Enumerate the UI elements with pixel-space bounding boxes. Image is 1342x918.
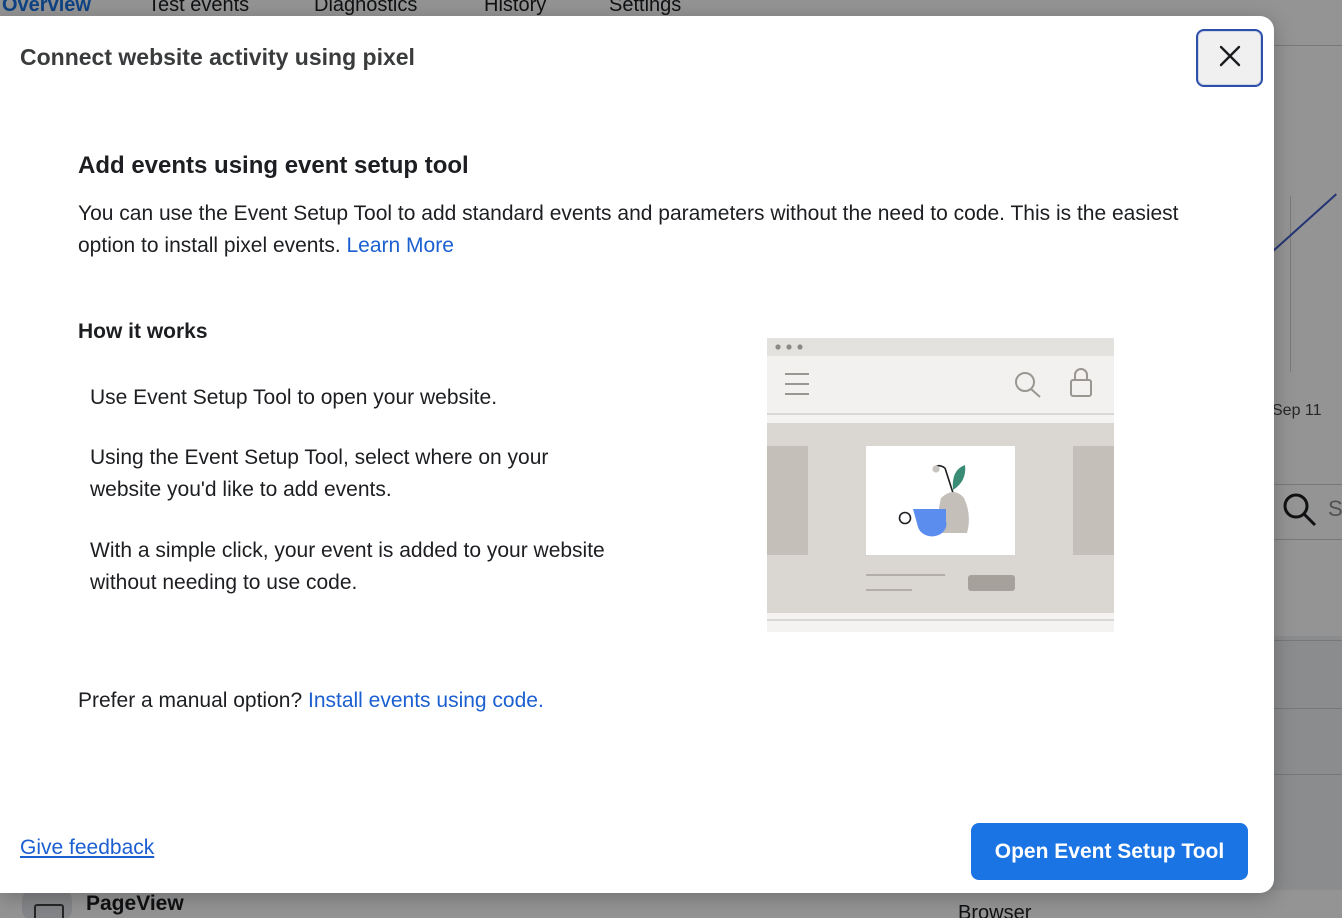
close-button[interactable]: [1196, 29, 1263, 87]
section-heading: Add events using event setup tool: [78, 152, 469, 179]
intro-paragraph: You can use the Event Setup Tool to add …: [78, 198, 1188, 262]
manual-option-line: Prefer a manual option? Install events u…: [78, 689, 544, 713]
give-feedback-link[interactable]: Give feedback: [20, 836, 154, 860]
learn-more-link[interactable]: Learn More: [347, 234, 454, 257]
close-icon: [1217, 43, 1243, 74]
website-illustration: [767, 338, 1114, 632]
step-item: Use Event Setup Tool to open your websit…: [90, 386, 498, 409]
manual-prefix: Prefer a manual option?: [78, 689, 303, 712]
how-it-works-heading: How it works: [78, 320, 208, 343]
step-item: Using the Event Setup Tool, select where…: [90, 446, 549, 501]
intro-text: You can use the Event Setup Tool to add …: [78, 202, 1179, 257]
dialog-title: Connect website activity using pixel: [20, 44, 415, 70]
step-item: With a simple click, your event is added…: [90, 539, 605, 594]
open-event-setup-tool-button[interactable]: Open Event Setup Tool: [971, 823, 1248, 880]
connect-pixel-dialog: Connect website activity using pixel Add…: [0, 16, 1274, 893]
install-with-code-link[interactable]: Install events using code.: [308, 689, 544, 712]
